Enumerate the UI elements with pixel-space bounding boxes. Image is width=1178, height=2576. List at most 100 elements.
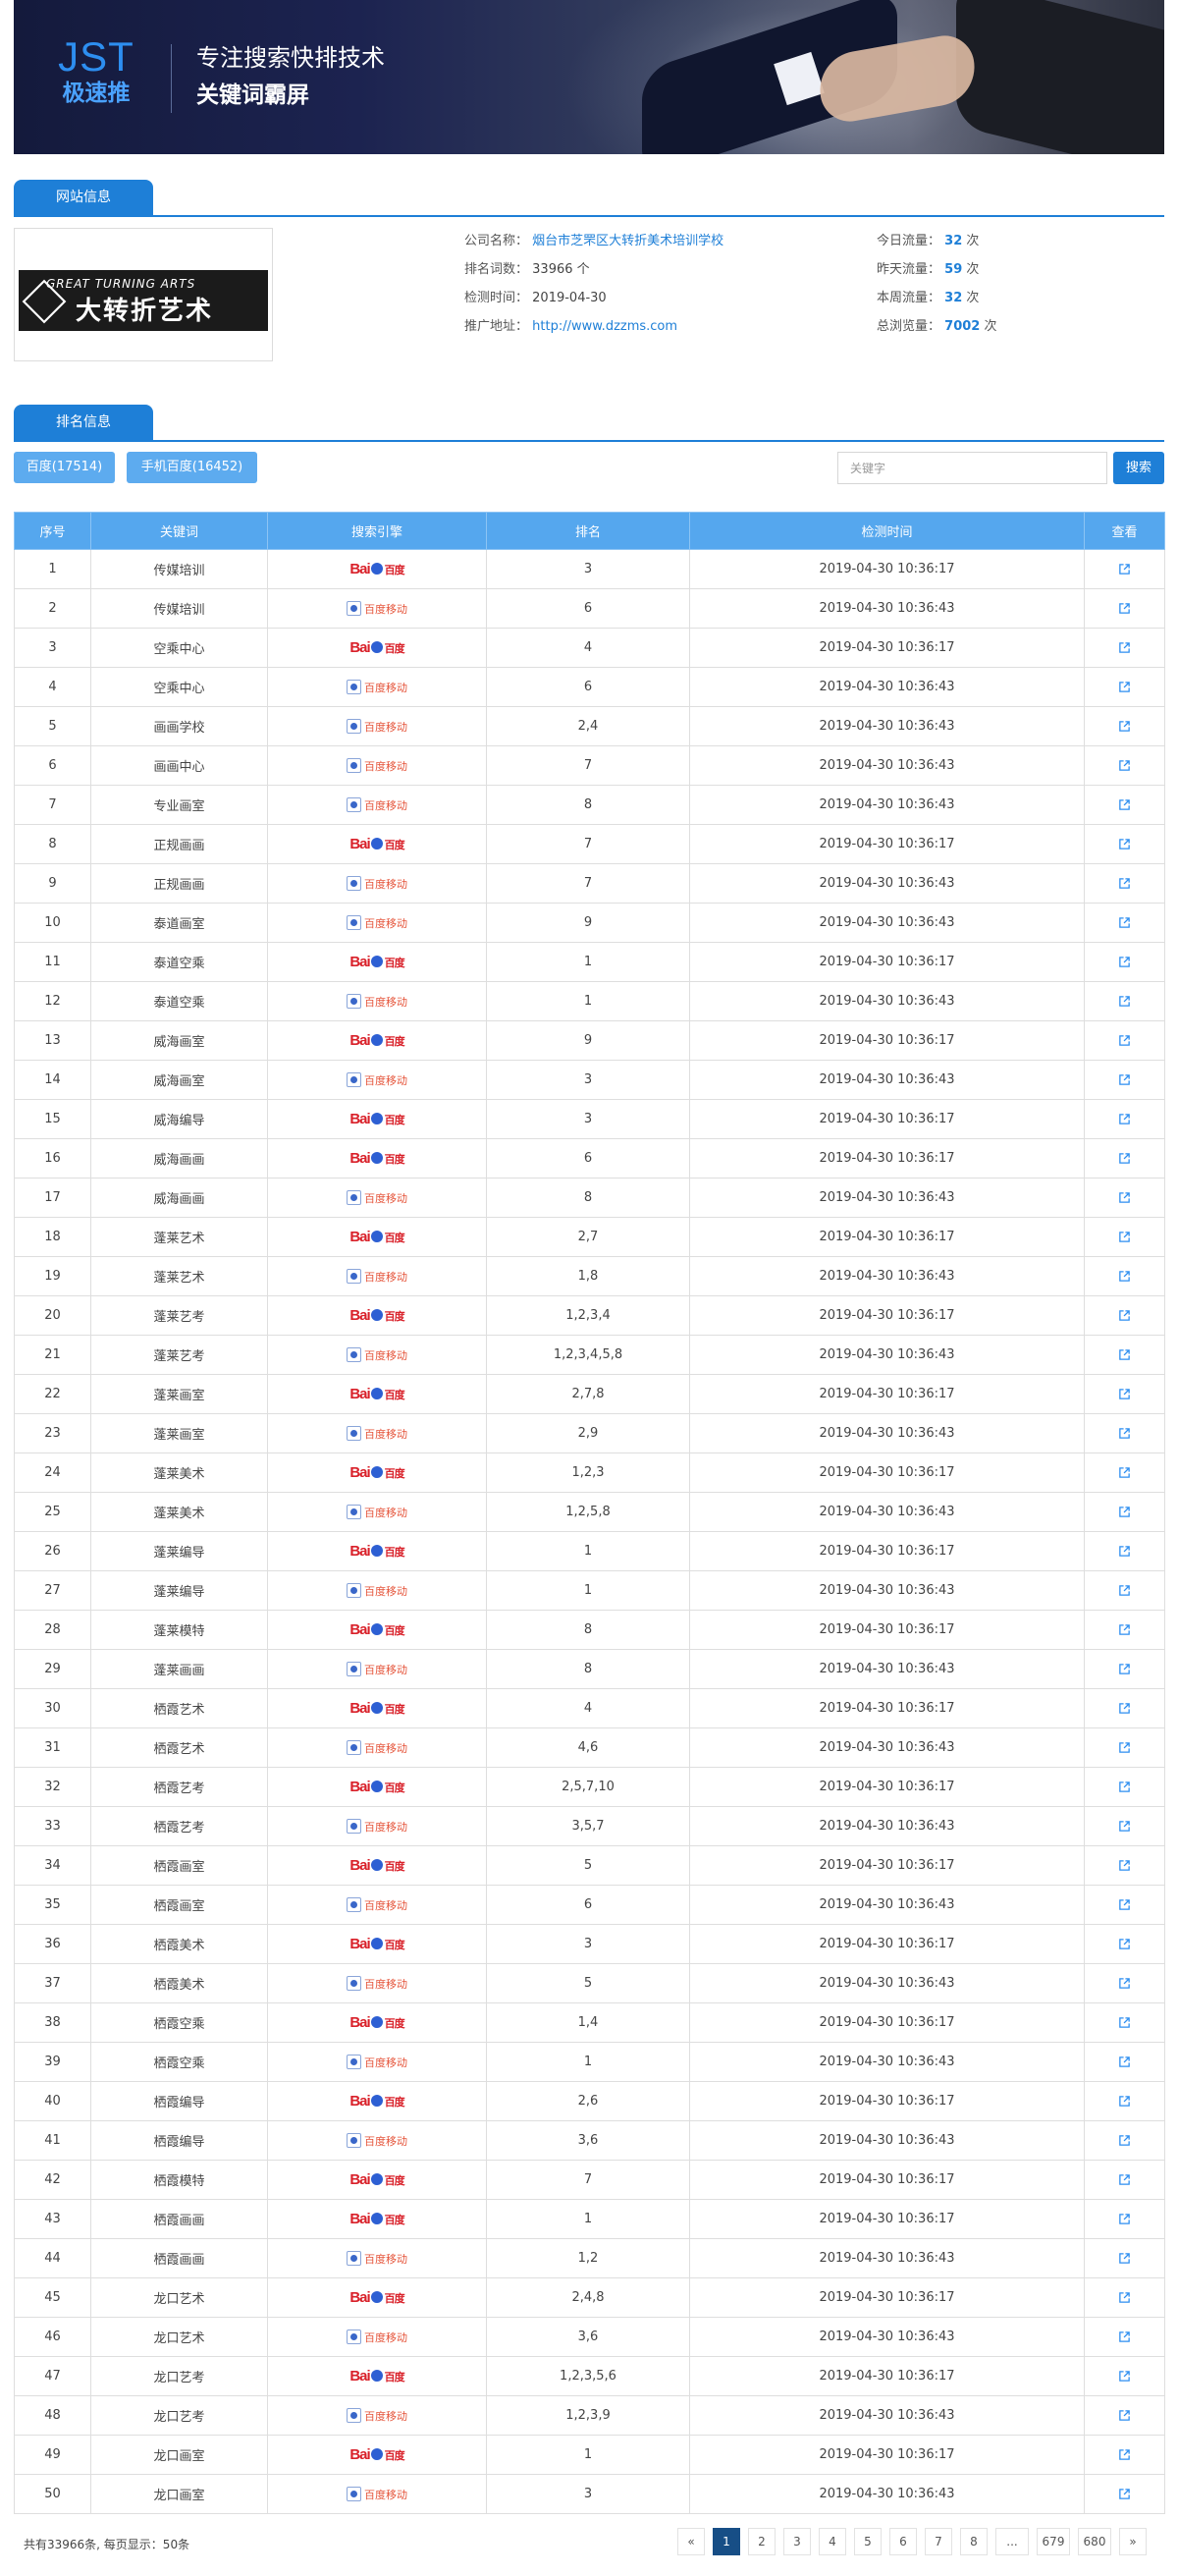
external-link-icon[interactable]: [1118, 1898, 1131, 1911]
cell-keyword: 空乘中心: [90, 667, 268, 707]
cell-rank: 4: [486, 628, 690, 668]
external-link-icon[interactable]: [1118, 1113, 1131, 1125]
keyword-search-input[interactable]: [837, 452, 1107, 484]
cell-rank: 2,4,8: [486, 2277, 690, 2318]
external-link-icon[interactable]: [1118, 1781, 1131, 1793]
pagination-next[interactable]: »: [1119, 2528, 1147, 2555]
external-link-icon[interactable]: [1118, 2095, 1131, 2108]
cell-rank: 1,2,3: [486, 1452, 690, 1493]
external-link-icon[interactable]: [1118, 681, 1131, 693]
external-link-icon[interactable]: [1118, 2055, 1131, 2068]
pagination-page[interactable]: 1: [713, 2528, 740, 2555]
cell-rank: 8: [486, 1610, 690, 1650]
cell-check-time: 2019-04-30 10:36:43: [689, 1060, 1085, 1100]
external-link-icon[interactable]: [1118, 916, 1131, 929]
external-link-icon[interactable]: [1118, 1034, 1131, 1047]
external-link-icon[interactable]: [1118, 995, 1131, 1008]
check-time-value: 2019-04-30: [532, 291, 607, 305]
cell-engine: Bai 百度: [267, 1688, 487, 1728]
external-link-icon[interactable]: [1118, 1231, 1131, 1243]
external-link-icon[interactable]: [1118, 1427, 1131, 1440]
site-url-link[interactable]: http://www.dzzms.com: [532, 319, 677, 334]
external-link-icon[interactable]: [1118, 1309, 1131, 1322]
company-value[interactable]: 烟台市芝罘区大转折美术培训学校: [532, 234, 723, 248]
cell-index: 35: [14, 1885, 91, 1925]
external-link-icon[interactable]: [1118, 1545, 1131, 1558]
external-link-icon[interactable]: [1118, 1741, 1131, 1754]
filter-mobile-baidu-button[interactable]: 手机百度(16452): [127, 452, 257, 483]
external-link-icon[interactable]: [1118, 1348, 1131, 1361]
cell-rank: 3,6: [486, 2120, 690, 2161]
tab-rank-info[interactable]: 排名信息: [14, 405, 153, 440]
cell-index: 39: [14, 2042, 91, 2082]
external-link-icon[interactable]: [1118, 563, 1131, 575]
pagination-page[interactable]: 8: [960, 2528, 988, 2555]
cell-engine: 百度移动: [267, 2042, 487, 2082]
pagination-page[interactable]: 5: [854, 2528, 882, 2555]
cell-view: [1084, 1178, 1165, 1218]
pagination-page[interactable]: 6: [889, 2528, 917, 2555]
external-link-icon[interactable]: [1118, 2134, 1131, 2147]
filter-baidu-button[interactable]: 百度(17514): [14, 452, 115, 483]
table-row: 18 蓬莱艺术 Bai 百度 2,7 2019-04-30 10:36:17: [14, 1217, 1165, 1257]
table-row: 23 蓬莱画室 百度移动 2,9 2019-04-30 10:36:43: [14, 1413, 1165, 1453]
cell-check-time: 2019-04-30 10:36:43: [689, 706, 1085, 746]
tab-site-info[interactable]: 网站信息: [14, 180, 153, 215]
external-link-icon[interactable]: [1118, 877, 1131, 890]
cell-engine: 百度移动: [267, 1806, 487, 1846]
cell-check-time: 2019-04-30 10:36:17: [689, 549, 1085, 589]
external-link-icon[interactable]: [1118, 1506, 1131, 1518]
cell-keyword: 栖霞美术: [90, 1924, 268, 1964]
cell-check-time: 2019-04-30 10:36:43: [689, 2474, 1085, 2514]
cell-view: [1084, 1413, 1165, 1453]
external-link-icon[interactable]: [1118, 1938, 1131, 1950]
baidu-mobile-logo-icon: 百度移动: [347, 1818, 407, 1835]
external-link-icon[interactable]: [1118, 2016, 1131, 2029]
external-link-icon[interactable]: [1118, 798, 1131, 811]
external-link-icon[interactable]: [1118, 838, 1131, 850]
table-row: 43 栖霞画画 Bai 百度 1 2019-04-30 10:36:17: [14, 2199, 1165, 2239]
external-link-icon[interactable]: [1118, 720, 1131, 733]
external-link-icon[interactable]: [1118, 1623, 1131, 1636]
external-link-icon[interactable]: [1118, 1466, 1131, 1479]
external-link-icon[interactable]: [1118, 2213, 1131, 2225]
external-link-icon[interactable]: [1118, 1270, 1131, 1283]
search-button[interactable]: 搜索: [1113, 452, 1164, 484]
external-link-icon[interactable]: [1118, 1388, 1131, 1400]
external-link-icon[interactable]: [1118, 1820, 1131, 1833]
external-link-icon[interactable]: [1118, 1663, 1131, 1675]
external-link-icon[interactable]: [1118, 759, 1131, 772]
external-link-icon[interactable]: [1118, 1859, 1131, 1872]
baidu-logo-icon: Bai 百度: [349, 1621, 404, 1638]
jst-logo[interactable]: JST 极速推: [47, 35, 145, 112]
external-link-icon[interactable]: [1118, 1152, 1131, 1165]
cell-rank: 4,6: [486, 1727, 690, 1768]
external-link-icon[interactable]: [1118, 2488, 1131, 2500]
external-link-icon[interactable]: [1118, 1191, 1131, 1204]
external-link-icon[interactable]: [1118, 2291, 1131, 2304]
company-label: 公司名称：: [464, 234, 529, 248]
external-link-icon[interactable]: [1118, 2173, 1131, 2186]
cell-engine: 百度移动: [267, 2238, 487, 2278]
pagination-page[interactable]: 3: [783, 2528, 811, 2555]
external-link-icon[interactable]: [1118, 2448, 1131, 2461]
external-link-icon[interactable]: [1118, 602, 1131, 615]
pagination-page[interactable]: 2: [748, 2528, 776, 2555]
external-link-icon[interactable]: [1118, 1702, 1131, 1715]
pagination-page[interactable]: 680: [1078, 2528, 1111, 2555]
external-link-icon[interactable]: [1118, 2252, 1131, 2265]
pagination-page[interactable]: 7: [925, 2528, 952, 2555]
external-link-icon[interactable]: [1118, 2330, 1131, 2343]
slogan-line2: 关键词霸屏: [196, 82, 309, 108]
external-link-icon[interactable]: [1118, 2409, 1131, 2422]
external-link-icon[interactable]: [1118, 1584, 1131, 1597]
pagination-page[interactable]: 4: [819, 2528, 846, 2555]
external-link-icon[interactable]: [1118, 641, 1131, 654]
external-link-icon[interactable]: [1118, 1073, 1131, 1086]
pagination-page[interactable]: 679: [1037, 2528, 1070, 2555]
external-link-icon[interactable]: [1118, 1977, 1131, 1990]
cell-rank: 3: [486, 1099, 690, 1139]
pagination-prev[interactable]: «: [677, 2528, 705, 2555]
external-link-icon[interactable]: [1118, 2370, 1131, 2383]
external-link-icon[interactable]: [1118, 956, 1131, 968]
